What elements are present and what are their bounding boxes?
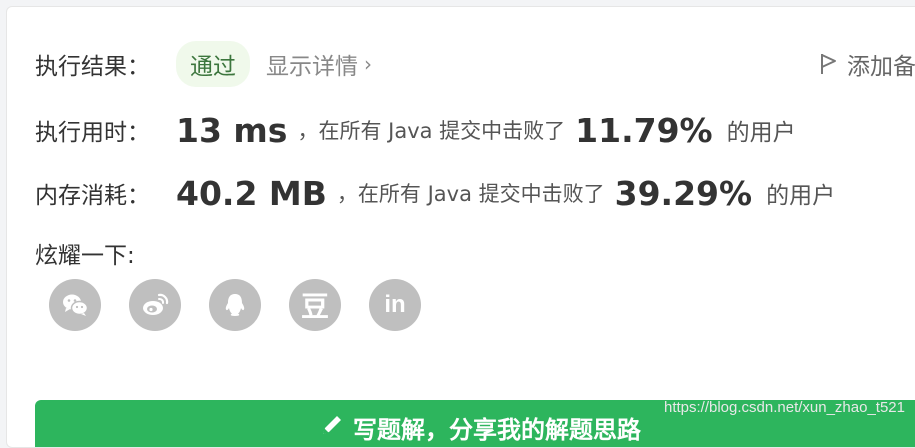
watermark-text: https://blog.csdn.net/xun_zhao_t521: [663, 399, 905, 416]
chevron-right-icon[interactable]: ›: [364, 52, 372, 76]
share-qq-button[interactable]: [209, 279, 261, 331]
memory-percent: 39.29%: [614, 173, 753, 213]
share-row-label: 炫耀一下:: [35, 233, 135, 273]
memory-row: 内存消耗： 40.2 MB ，在所有 Java 提交中击败了 39.29% 的用…: [35, 170, 835, 216]
status-badge: 通过: [176, 41, 250, 87]
result-row: 执行结果： 通过 显示详情 ›: [35, 41, 372, 87]
share-weibo-button[interactable]: [129, 279, 181, 331]
runtime-value: 13 ms: [176, 110, 288, 150]
share-linkedin-button[interactable]: in: [369, 279, 421, 331]
flag-icon: [821, 54, 836, 74]
submission-result-card: 执行结果： 通过 显示详情 › 添加备注 执行用时： 13 ms ，在所有 Ja…: [6, 6, 915, 448]
weibo-icon: [143, 293, 169, 315]
share-wechat-button[interactable]: [49, 279, 101, 331]
show-details-link[interactable]: 显示详情: [266, 47, 358, 81]
share-douban-button[interactable]: 豆: [289, 279, 341, 331]
runtime-row: 执行用时： 13 ms ，在所有 Java 提交中击败了 11.79% 的用户: [35, 107, 796, 153]
qq-icon: [225, 294, 245, 316]
share-label: 炫耀一下:: [35, 243, 135, 269]
runtime-percent: 11.79%: [575, 110, 713, 150]
runtime-suffix: 的用户: [726, 120, 796, 146]
runtime-sep: ，在所有 Java 提交中击败了: [297, 119, 566, 143]
linkedin-icon: in: [384, 291, 406, 318]
memory-value: 40.2 MB: [176, 173, 327, 213]
memory-sep: ，在所有 Java 提交中击败了: [336, 182, 605, 206]
add-note-button[interactable]: 添加备注: [819, 47, 915, 81]
memory-label: 内存消耗：: [35, 183, 150, 209]
write-solution-label: 写题解，分享我的解题思路: [353, 416, 641, 444]
memory-suffix: 的用户: [766, 183, 836, 209]
wechat-icon: [63, 294, 89, 316]
runtime-label: 执行用时：: [35, 120, 150, 146]
share-buttons: 豆 in: [49, 279, 449, 331]
add-note-label: 添加备注: [847, 54, 915, 80]
result-label: 执行结果：: [35, 54, 150, 80]
pencil-icon: [323, 416, 341, 434]
douban-icon: 豆: [300, 290, 329, 323]
